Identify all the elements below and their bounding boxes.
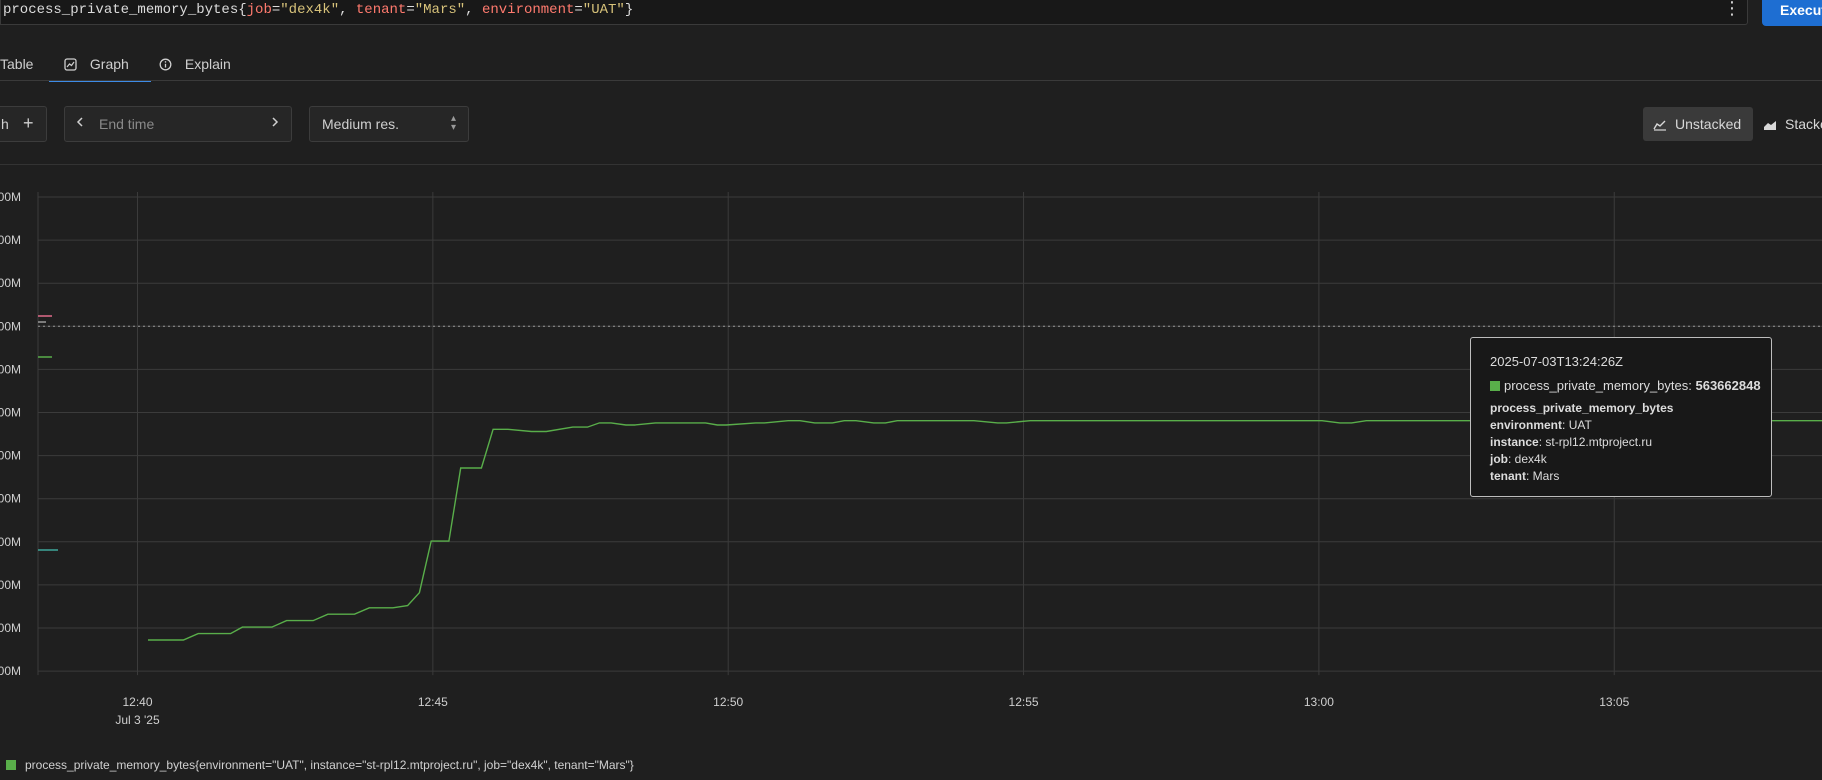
- tooltip-label-row: environment: UAT: [1490, 418, 1592, 432]
- y-tick-label: 00M: [0, 492, 21, 506]
- resolution-value: Medium res.: [322, 116, 400, 132]
- legend-swatch: [6, 760, 16, 770]
- range-control[interactable]: h +: [0, 106, 47, 142]
- select-updown-icon: ▴ ▾: [450, 113, 456, 133]
- y-tick-label: 00M: [0, 233, 21, 247]
- more-vertical-icon[interactable]: ⋮: [1720, 0, 1744, 20]
- x-tick-label: 13:00: [1304, 695, 1334, 709]
- info-icon: [159, 58, 172, 71]
- tab-explain-label: Explain: [184, 56, 231, 72]
- tooltip-timestamp: 2025-07-03T13:24:26Z: [1490, 354, 1623, 369]
- query-label-value: "dex4k": [280, 2, 340, 18]
- query-input[interactable]: process_private_memory_bytes{job="dex4k"…: [0, 0, 1748, 25]
- x-tick-label: 12:50: [713, 695, 743, 709]
- unstacked-button[interactable]: Unstacked: [1643, 107, 1753, 141]
- resolution-select[interactable]: Medium res. ▴ ▾: [309, 106, 469, 142]
- tab-graph-label: Graph: [89, 56, 129, 72]
- x-tick-label: 12:55: [1009, 695, 1039, 709]
- y-axis-labels: 00M 00M 00M 00M 00M 00M 00M 00M 00M 00M 00M 00M: [0, 190, 21, 678]
- legend-item[interactable]: process_private_memory_bytes{environment…: [6, 758, 634, 772]
- tooltip-value: 563662848: [1695, 378, 1761, 393]
- plus-icon[interactable]: +: [23, 113, 34, 134]
- stacked-label: Stacked: [1785, 116, 1822, 132]
- tooltip-metric-name: process_private_memory_bytes: [1490, 401, 1674, 415]
- tooltip-label-row: instance: st-rpl12.mtproject.ru: [1490, 435, 1653, 449]
- tooltip-label-row: job: dex4k: [1490, 452, 1547, 466]
- query-label-key: job: [246, 2, 272, 18]
- offscreen-series-marks: [38, 315, 58, 551]
- y-tick-label: 00M: [0, 664, 21, 678]
- query-metric: process_private_memory_bytes: [3, 2, 239, 18]
- end-time-input[interactable]: [97, 115, 251, 133]
- tooltip-swatch: [1490, 381, 1500, 391]
- legend-label: process_private_memory_bytes{environment…: [25, 758, 634, 772]
- x-tick-label: 12:40: [122, 695, 152, 709]
- x-tick-label: 13:05: [1599, 695, 1629, 709]
- y-tick-label: 00M: [0, 449, 21, 463]
- tabs-divider: [0, 80, 1822, 81]
- y-tick-label: 00M: [0, 276, 21, 290]
- y-tick-label: 00M: [0, 190, 21, 204]
- query-label-key: tenant: [355, 2, 407, 18]
- line-chart-icon: [1653, 120, 1666, 131]
- y-tick-label: 00M: [0, 535, 21, 549]
- view-tabs: Table Graph Explain: [0, 50, 1822, 82]
- tooltip-series: process_private_memory_bytes: 563662848: [1490, 378, 1771, 393]
- tab-table[interactable]: Table: [0, 50, 33, 80]
- tooltip-label-row: tenant: Mars: [1490, 469, 1560, 483]
- tab-table-label: Table: [0, 56, 34, 72]
- hover-tooltip: 2025-07-03T13:24:26Z process_private_mem…: [1470, 337, 1772, 497]
- controls-divider: [0, 164, 1822, 165]
- chevron-right-icon[interactable]: [271, 115, 279, 131]
- area-chart-icon: [1764, 121, 1776, 130]
- execute-button[interactable]: Execute: [1762, 0, 1822, 26]
- stacked-button[interactable]: Stacked: [1759, 107, 1822, 141]
- query-label-value: "Mars": [414, 2, 466, 18]
- x-tick-label: 12:45: [418, 695, 448, 709]
- y-tick-label: 00M: [0, 621, 21, 635]
- query-label-key: environment: [481, 2, 575, 18]
- y-tick-label: 00M: [0, 406, 21, 420]
- query-label-value: "UAT": [582, 2, 625, 18]
- tab-explain[interactable]: Explain: [159, 50, 231, 80]
- tooltip-series-label: process_private_memory_bytes:: [1504, 378, 1692, 393]
- y-tick-label: 00M: [0, 362, 21, 376]
- end-time-control: [64, 106, 292, 142]
- x-axis-labels: 12:4012:4512:5012:5513:0013:0513:1013:15…: [122, 695, 1629, 709]
- tab-graph[interactable]: Graph: [49, 50, 151, 82]
- unstacked-label: Unstacked: [1675, 116, 1742, 132]
- range-label: h: [1, 116, 9, 132]
- chevron-left-icon[interactable]: [76, 115, 84, 131]
- graph-icon: [64, 58, 77, 71]
- x-axis-date-label: Jul 3 '25: [115, 713, 160, 727]
- y-tick-label: 00M: [0, 578, 21, 592]
- y-tick-label: 00M: [0, 319, 21, 333]
